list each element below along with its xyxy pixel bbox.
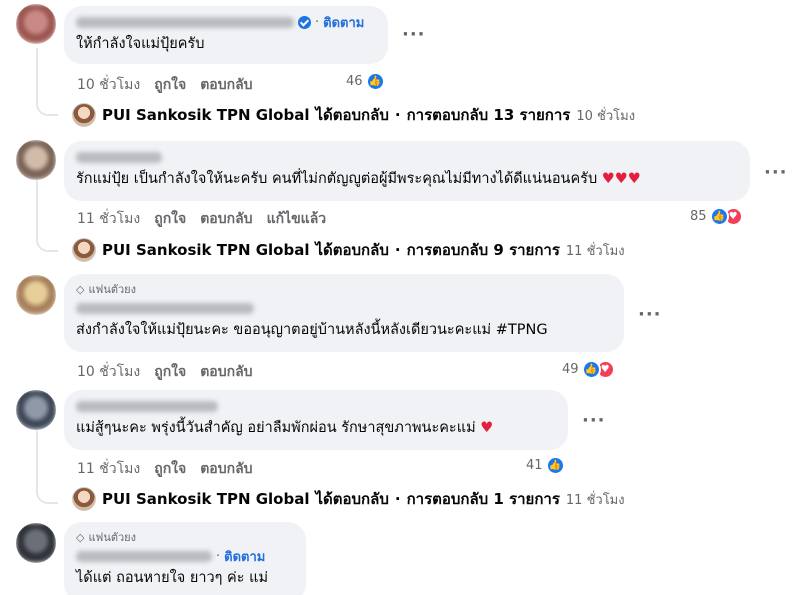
avatar [72, 103, 96, 127]
avatar[interactable] [16, 140, 56, 180]
comment-time[interactable]: 10 ชั่วโมง [77, 74, 140, 96]
diamond-icon: ◇ [76, 530, 85, 544]
like-button[interactable]: ถูกใจ [154, 208, 186, 230]
like-button[interactable]: ถูกใจ [154, 458, 186, 480]
reply-count: การตอบกลับ 9 รายการ [406, 241, 560, 259]
reply-button[interactable]: ตอบกลับ [200, 74, 252, 96]
thumbs-up-icon: 👍 [365, 72, 385, 91]
thread-line [36, 180, 38, 236]
reply-count: การตอบกลับ 1 รายการ [406, 490, 560, 508]
avatar[interactable] [16, 523, 56, 563]
view-replies-link[interactable]: PUI Sankosik TPN Global ได้ตอบกลับ · การ… [72, 238, 625, 262]
comment-actions: 10 ชั่วโมง ถูกใจ ตอบกลับ [77, 74, 253, 96]
comment-bubble: · ติดตาม ให้กำลังใจแม่ปุ้ยครับ [64, 6, 388, 64]
reply-button[interactable]: ตอบกลับ [200, 458, 252, 480]
reply-button[interactable]: ตอบกลับ [200, 208, 252, 230]
more-options-button[interactable]: ··· [582, 410, 606, 431]
follow-button[interactable]: ติดตาม [323, 12, 364, 33]
like-button[interactable]: ถูกใจ [154, 74, 186, 96]
thumbs-up-icon: 👍 [581, 360, 601, 379]
verified-badge-icon [298, 15, 311, 29]
comment-text: ส่งกำลังใจให้แม่ปุ้ยนะคะ ขออนุญาตอยู่บ้า… [76, 322, 548, 338]
top-fan-badge: ◇ แฟนตัวยง [76, 530, 137, 545]
top-fan-badge: ◇ แฟนตัวยง [76, 282, 137, 297]
reply-count: การตอบกลับ 13 รายการ [406, 106, 571, 124]
comment-text: ได้แต่ ถอนหายใจ ยาวๆ ค่ะ แม่ [76, 570, 269, 586]
view-replies-link[interactable]: PUI Sankosik TPN Global ได้ตอบกลับ · การ… [72, 487, 625, 511]
comment-text: แม่สู้ๆนะคะ พรุ่งนี้วันสำคัญ อย่าลืมพักผ… [76, 420, 476, 436]
reply-verb: ได้ตอบกลับ [315, 241, 389, 259]
thumbs-up-icon: 👍 [709, 207, 729, 226]
reply-time: 10 ชั่วโมง [576, 108, 636, 124]
avatar [72, 238, 96, 262]
avatar[interactable] [16, 275, 56, 315]
commenter-name[interactable] [76, 550, 212, 562]
thread-line [36, 48, 38, 100]
comment-time[interactable]: 11 ชั่วโมง [77, 208, 140, 230]
diamond-icon: ◇ [76, 282, 85, 296]
reply-verb: ได้ตอบกลับ [315, 106, 389, 124]
more-options-button[interactable]: ··· [764, 162, 788, 183]
commenter-name[interactable] [76, 151, 162, 163]
comment-time[interactable]: 10 ชั่วโมง [77, 361, 140, 383]
avatar[interactable] [16, 4, 56, 44]
reaction-summary[interactable]: 49 👍 ♥ [562, 360, 615, 379]
reaction-count: 41 [526, 458, 543, 473]
reaction-count: 46 [346, 74, 363, 89]
thread-connector [36, 96, 58, 116]
view-replies-link[interactable]: PUI Sankosik TPN Global ได้ตอบกลับ · การ… [72, 103, 635, 127]
comment-actions: 10 ชั่วโมง ถูกใจ ตอบกลับ [77, 361, 253, 383]
reply-time: 11 ชั่วโมง [565, 492, 625, 508]
comment-actions: 11 ชั่วโมง ถูกใจ ตอบกลับ [77, 458, 253, 480]
commenter-name[interactable] [76, 400, 218, 412]
reaction-summary[interactable]: 85 👍 ♥ [690, 207, 743, 226]
comment-bubble: ◇ แฟนตัวยง · ติดตาม ได้แต่ ถอนหายใจ ยาวๆ… [64, 522, 306, 595]
reaction-summary[interactable]: 46 👍 [346, 72, 385, 91]
comment-text: ให้กำลังใจแม่ปุ้ยครับ [76, 36, 205, 52]
reply-author-name: PUI Sankosik TPN Global [102, 241, 310, 259]
comment-bubble: รักแม่ปุ้ย เป็นกำลังใจให้นะครับ คนที่ไม่… [64, 141, 750, 201]
comment-bubble: ◇ แฟนตัวยง ส่งกำลังใจให้แม่ปุ้ยนะคะ ขออน… [64, 274, 624, 352]
reply-time: 11 ชั่วโมง [565, 243, 625, 259]
reaction-summary[interactable]: 41 👍 [526, 456, 565, 475]
more-options-button[interactable]: ··· [638, 304, 662, 325]
thread-connector [36, 484, 58, 504]
heart-emoji: ♥♥♥ [601, 171, 641, 187]
reply-button[interactable]: ตอบกลับ [200, 361, 252, 383]
comment-bubble: แม่สู้ๆนะคะ พรุ่งนี้วันสำคัญ อย่าลืมพักผ… [64, 390, 568, 450]
more-options-button[interactable]: ··· [402, 24, 426, 45]
reply-verb: ได้ตอบกลับ [315, 490, 389, 508]
thread-connector [36, 232, 58, 252]
thread-line [36, 430, 38, 488]
follow-button[interactable]: ติดตาม [224, 546, 265, 567]
commenter-name[interactable] [76, 16, 294, 28]
avatar[interactable] [16, 390, 56, 430]
comment-actions: 11 ชั่วโมง ถูกใจ ตอบกลับ แก้ไขแล้ว [77, 208, 326, 230]
reaction-count: 49 [562, 362, 579, 377]
reply-author-name: PUI Sankosik TPN Global [102, 490, 310, 508]
reaction-count: 85 [690, 209, 707, 224]
avatar [72, 487, 96, 511]
comment-time[interactable]: 11 ชั่วโมง [77, 458, 140, 480]
commenter-name[interactable] [76, 302, 254, 314]
heart-emoji: ♥ [480, 420, 494, 436]
reply-author-name: PUI Sankosik TPN Global [102, 106, 310, 124]
thumbs-up-icon: 👍 [545, 456, 565, 475]
comment-text: รักแม่ปุ้ย เป็นกำลังใจให้นะครับ คนที่ไม่… [76, 171, 598, 187]
like-button[interactable]: ถูกใจ [154, 361, 186, 383]
edited-label[interactable]: แก้ไขแล้ว [267, 208, 327, 230]
